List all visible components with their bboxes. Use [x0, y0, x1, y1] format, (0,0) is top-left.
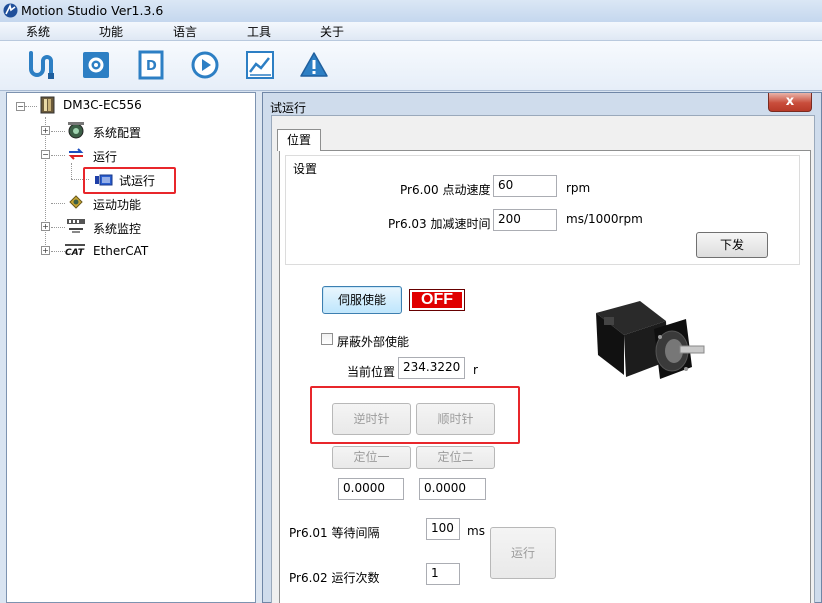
servo-status-badge: OFF [409, 289, 465, 311]
tab-position[interactable]: 位置 [277, 129, 321, 151]
parameter-button[interactable] [79, 48, 113, 82]
tree-connector [51, 251, 65, 252]
alarm-button[interactable] [297, 48, 331, 82]
tree-connector [25, 106, 37, 107]
run-button[interactable] [188, 48, 222, 82]
parameter-icon [83, 52, 109, 78]
chart-icon [246, 51, 274, 79]
expand-toggle[interactable]: + [41, 222, 50, 231]
shield-external-enable-checkbox[interactable] [321, 333, 333, 345]
trial-run-highlight [83, 167, 176, 194]
menu-function[interactable]: 功能 [99, 23, 123, 40]
dialog-title: 试运行 [270, 101, 307, 115]
position2-input[interactable]: 0.0000 [419, 478, 486, 500]
device-tree: − DM3C-EC556 + 系统配置 − 运行 试运行 运动功能 + 系统监控… [6, 92, 256, 603]
tree-connector [51, 155, 65, 156]
system-monitor-icon [67, 219, 85, 233]
shield-external-enable-label: 屏蔽外部使能 [337, 335, 410, 349]
settings-group-label: 设置 [293, 162, 318, 176]
servo-enable-button[interactable]: 伺服使能 [322, 286, 402, 314]
current-position-unit: r [473, 363, 478, 377]
menu-language[interactable]: 语言 [173, 23, 197, 40]
tree-connector [51, 131, 65, 132]
speed-label: Pr6.00 点动速度 [400, 183, 491, 197]
speed-unit: rpm [566, 181, 591, 195]
run-icon [191, 51, 219, 79]
collapse-toggle[interactable]: − [41, 150, 50, 159]
position1-button[interactable]: 定位一 [332, 446, 411, 469]
connect-icon [29, 51, 54, 79]
menu-tools[interactable]: 工具 [247, 23, 271, 40]
servo-motor-image [596, 301, 705, 379]
toolbar: D [0, 41, 822, 91]
accel-unit: ms/1000rpm [566, 212, 643, 226]
run-cycle-icon [68, 148, 84, 160]
send-button[interactable]: 下发 [696, 232, 768, 258]
expand-toggle[interactable]: + [41, 246, 50, 255]
chart-button[interactable] [243, 48, 277, 82]
warning-icon [300, 52, 328, 77]
run-count-label: Pr6.02 运行次数 [289, 571, 380, 585]
window-title: Motion Studio Ver1.3.6 [21, 3, 164, 18]
tree-item-system-config[interactable]: 系统配置 [93, 124, 141, 141]
tree-connector [51, 203, 65, 204]
tree-connector [71, 163, 72, 179]
system-config-icon [68, 122, 84, 139]
svg-text:D: D [146, 59, 157, 74]
svg-text:CAT: CAT [65, 248, 85, 258]
menu-system[interactable]: 系统 [26, 23, 50, 40]
tree-connector [51, 227, 65, 228]
document-button[interactable]: D [134, 48, 168, 82]
speed-input[interactable]: 60 [493, 175, 557, 197]
close-button[interactable]: x [768, 93, 812, 112]
tree-item-run[interactable]: 运行 [93, 148, 117, 165]
drive-device-icon [40, 96, 55, 114]
collapse-toggle[interactable]: − [16, 102, 25, 111]
wait-unit: ms [467, 524, 485, 538]
wait-input[interactable]: 100 [426, 518, 460, 540]
title-bar: Motion Studio Ver1.3.6 [0, 0, 822, 22]
accel-label: Pr6.03 加减速时间 [388, 217, 491, 231]
trial-run-dialog: 试运行 x 位置 设置 Pr6.00 点动速度 60 rpm Pr6.03 加减… [262, 92, 822, 603]
motion-function-icon [69, 195, 83, 209]
document-icon: D [138, 50, 164, 80]
expand-toggle[interactable]: + [41, 126, 50, 135]
ethercat-icon: CAT [65, 244, 85, 258]
tree-item-motion-function[interactable]: 运动功能 [93, 196, 141, 213]
current-position-field: 234.3220 [398, 357, 465, 379]
connect-button[interactable] [24, 48, 58, 82]
menu-about[interactable]: 关于 [320, 23, 344, 40]
tree-item-ethercat[interactable]: EtherCAT [93, 244, 148, 258]
menu-bar: 系统 功能 语言 工具 关于 [0, 22, 822, 41]
position1-input[interactable]: 0.0000 [338, 478, 404, 500]
tree-root-label[interactable]: DM3C-EC556 [63, 98, 142, 112]
app-logo-icon [3, 3, 18, 18]
direction-buttons-highlight [310, 386, 520, 444]
current-position-label: 当前位置 [347, 365, 396, 379]
position2-button[interactable]: 定位二 [416, 446, 495, 469]
run-button[interactable]: 运行 [490, 527, 556, 579]
accel-input[interactable]: 200 [493, 209, 557, 231]
close-icon: x [785, 94, 795, 109]
tree-item-system-monitor[interactable]: 系统监控 [93, 220, 141, 237]
run-count-input[interactable]: 1 [426, 563, 460, 585]
wait-label: Pr6.01 等待间隔 [289, 526, 380, 540]
